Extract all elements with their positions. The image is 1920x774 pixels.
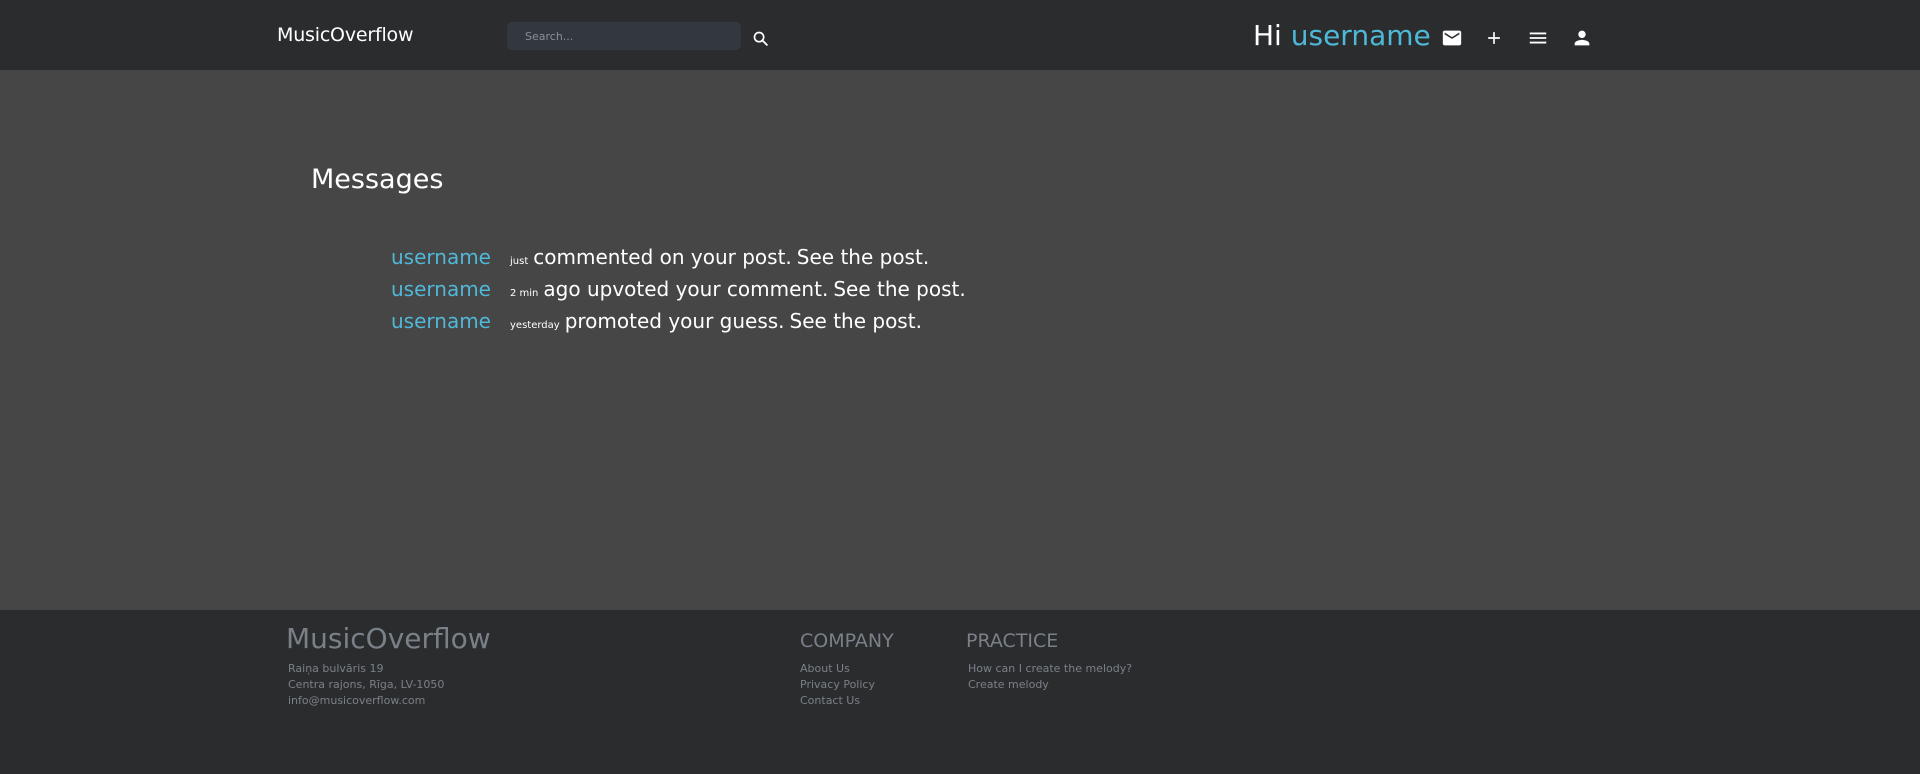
footer-brand: MusicOverflow	[286, 622, 491, 655]
search-icon	[753, 31, 768, 46]
see-post-link[interactable]: See the post.	[790, 309, 922, 333]
footer-link-contact[interactable]: Contact Us	[800, 694, 860, 707]
footer-email[interactable]: info@musicoverflow.com	[288, 694, 425, 707]
message-time: just	[510, 256, 529, 267]
footer-link-about[interactable]: About Us	[800, 662, 850, 675]
message-username[interactable]: username	[391, 277, 491, 301]
person-icon	[1574, 30, 1590, 46]
create-post-button[interactable]	[1482, 26, 1506, 50]
greeting-hi: Hi	[1253, 19, 1282, 52]
message-username[interactable]: username	[391, 309, 491, 333]
message-text: ago upvoted your comment.	[543, 277, 829, 301]
greeting: Hi username	[1253, 19, 1431, 52]
message-username[interactable]: username	[391, 245, 491, 269]
message-text: promoted your guess.	[564, 309, 785, 333]
see-post-link[interactable]: See the post.	[797, 245, 929, 269]
footer-company-heading: COMPANY	[800, 630, 894, 652]
message-time: yesterday	[510, 320, 560, 331]
messages-button[interactable]	[1440, 26, 1464, 50]
mail-icon	[1442, 30, 1462, 46]
footer: MusicOverflow Raiņa bulvāris 19 Centra r…	[0, 610, 1920, 774]
see-post-link[interactable]: See the post.	[833, 277, 965, 301]
message-body: yesterday promoted your guess. See the p…	[510, 309, 922, 333]
search-button[interactable]	[749, 27, 771, 49]
message-time: 2 min	[510, 288, 539, 299]
menu-button[interactable]	[1526, 26, 1550, 50]
message-body: just commented on your post. See the pos…	[510, 245, 929, 269]
footer-practice-heading: PRACTICE	[966, 630, 1059, 652]
brand-logo[interactable]: MusicOverflow	[277, 24, 413, 46]
message-text: commented on your post.	[533, 245, 792, 269]
footer-address-city: Centra rajons, Rīga, LV-1050	[288, 678, 445, 691]
page-title: Messages	[311, 164, 444, 195]
profile-button[interactable]	[1570, 26, 1594, 50]
search-input[interactable]	[507, 22, 741, 50]
greeting-username[interactable]: username	[1291, 19, 1431, 52]
menu-icon	[1529, 32, 1547, 44]
footer-address-street: Raiņa bulvāris 19	[288, 662, 384, 675]
top-navbar: MusicOverflow Hi username	[0, 0, 1920, 70]
footer-link-privacy[interactable]: Privacy Policy	[800, 678, 875, 691]
footer-link-how-to-create[interactable]: How can I create the melody?	[968, 662, 1132, 675]
footer-link-create-melody[interactable]: Create melody	[968, 678, 1049, 691]
plus-icon	[1488, 32, 1500, 44]
message-body: 2 min ago upvoted your comment. See the …	[510, 277, 966, 301]
